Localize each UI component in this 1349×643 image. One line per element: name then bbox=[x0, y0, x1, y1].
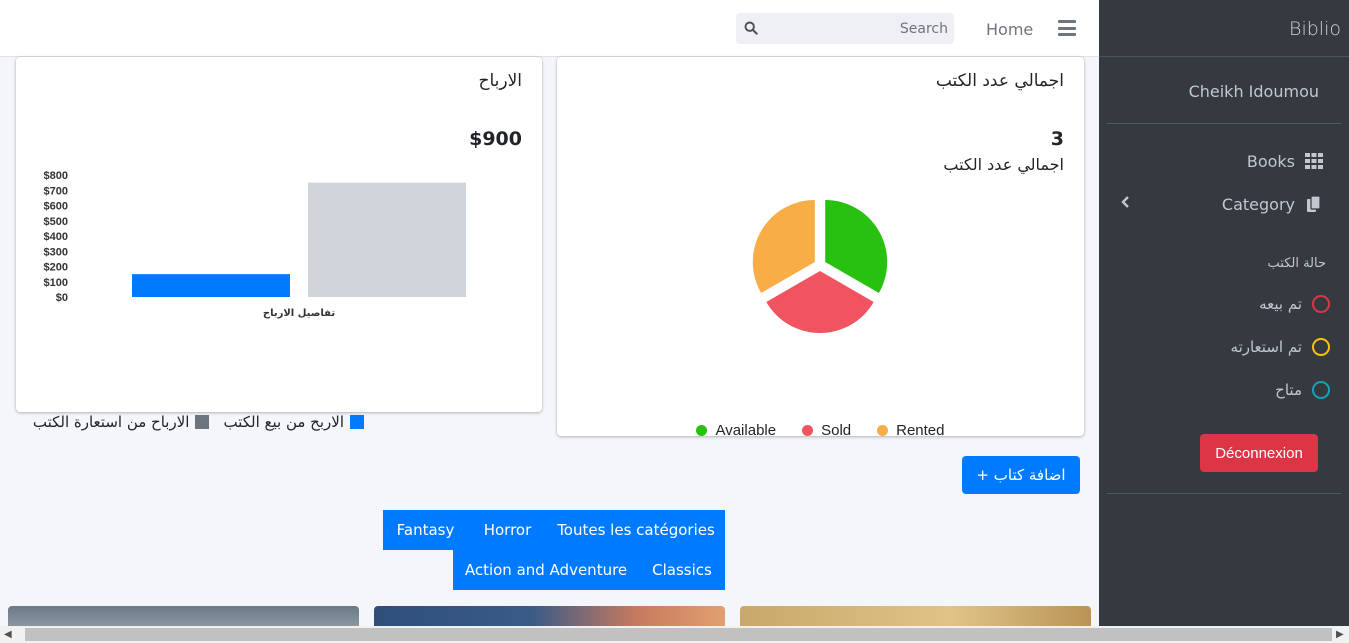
sidebar-item-label: Category bbox=[1221, 194, 1295, 214]
gray-square-icon bbox=[195, 415, 210, 429]
search-input[interactable] bbox=[766, 13, 948, 44]
y-tick-label: $300 bbox=[44, 246, 68, 258]
legend-label: Available bbox=[715, 422, 777, 439]
books-card: اجمالي عدد الكتب 3 اجمالي عدد الكتب Avai… bbox=[557, 57, 1084, 439]
category-fantasy[interactable]: Fantasy bbox=[383, 510, 468, 550]
brand-logo[interactable]: Biblio bbox=[1289, 18, 1341, 40]
y-tick-label: $100 bbox=[44, 277, 68, 289]
sidebar-item-rented[interactable]: تم استعارته bbox=[1231, 335, 1330, 359]
y-tick-label: $200 bbox=[44, 262, 68, 274]
legend-label: Sold bbox=[821, 422, 852, 439]
status-label: متاح bbox=[1275, 381, 1302, 399]
sidebar-item-category[interactable]: Category bbox=[1222, 192, 1323, 216]
user-name[interactable]: Cheikh Idoumou bbox=[1189, 82, 1319, 101]
books-count-label: اجمالي عدد الكتب bbox=[943, 155, 1064, 174]
card-title: اجمالي عدد الكتب bbox=[935, 71, 1064, 91]
category-all[interactable]: Toutes les catégories bbox=[547, 510, 725, 550]
pie-slice-rented[interactable] bbox=[752, 200, 815, 293]
y-tick-label: $500 bbox=[44, 216, 68, 228]
status-label: تم استعارته bbox=[1230, 338, 1302, 356]
book-card-image[interactable] bbox=[374, 606, 725, 628]
bar[interactable] bbox=[308, 182, 466, 297]
scrollbar-thumb[interactable] bbox=[25, 628, 1332, 641]
card-title: الارباح bbox=[478, 71, 522, 91]
orange-dot-icon bbox=[877, 425, 889, 436]
sidebar-divider bbox=[1107, 493, 1341, 494]
logout-button[interactable]: Déconnexion bbox=[1200, 434, 1318, 472]
scroll-left-icon[interactable]: ◀ bbox=[4, 629, 12, 640]
add-book-button[interactable]: + اضافة كتاب bbox=[962, 456, 1080, 494]
search-box bbox=[736, 13, 954, 44]
copy-icon bbox=[1307, 195, 1321, 212]
y-tick-label: $700 bbox=[44, 185, 68, 197]
green-dot-icon bbox=[696, 425, 708, 436]
menu-toggle-icon[interactable] bbox=[1058, 20, 1076, 36]
profit-bar-chart: $0 $100 $200 $300 $400 $500 $600 $700 $800 تفاصيل… bbox=[44, 170, 466, 319]
x-axis-label: تفاصيل الارباح bbox=[263, 308, 335, 319]
y-tick-label: $800 bbox=[44, 170, 68, 182]
horizontal-scrollbar[interactable]: ◀ ▶ bbox=[0, 626, 1349, 643]
profit-card: الارباح $900 $0 $100 $200 $300 $400 $500 $600 $… bbox=[16, 57, 542, 431]
pie-legend: Available Sold Rented bbox=[557, 422, 1084, 439]
y-tick-label: $0 bbox=[56, 292, 68, 304]
legend-label: الاربح من بيع الكتب bbox=[223, 413, 344, 431]
y-tick-label: $400 bbox=[44, 231, 68, 243]
legend-label: الارباح من استعارة الكتب bbox=[32, 413, 190, 431]
category-action-adventure[interactable]: Action and Adventure bbox=[453, 550, 639, 590]
scroll-right-icon[interactable]: ▶ bbox=[1336, 629, 1344, 640]
yellow-circle-icon bbox=[1312, 338, 1330, 356]
status-label: تم بيعه bbox=[1259, 295, 1302, 313]
y-tick-label: $600 bbox=[44, 201, 68, 213]
teal-circle-icon bbox=[1312, 381, 1330, 399]
bar[interactable] bbox=[132, 274, 290, 297]
legend-item-rented[interactable]: Rented bbox=[877, 422, 945, 439]
category-classics[interactable]: Classics bbox=[639, 550, 725, 590]
book-card-image[interactable] bbox=[8, 606, 359, 628]
pie-slice-available[interactable] bbox=[825, 200, 888, 293]
category-horror[interactable]: Horror bbox=[468, 510, 547, 550]
books-pie-chart bbox=[752, 200, 888, 333]
profit-total: $900 bbox=[469, 128, 522, 150]
status-header: حالة الكتب bbox=[1267, 256, 1327, 271]
legend-item-available[interactable]: Available bbox=[696, 422, 776, 439]
grid-icon bbox=[1305, 153, 1323, 169]
sidebar: Biblio Cheikh Idoumou Books Category حال… bbox=[1099, 0, 1349, 643]
legend-label: Rented bbox=[896, 422, 945, 439]
book-card-image[interactable] bbox=[740, 606, 1091, 628]
blue-square-icon bbox=[350, 415, 364, 429]
red-dot-icon bbox=[802, 425, 814, 436]
user-divider bbox=[1107, 123, 1341, 124]
red-circle-icon bbox=[1312, 295, 1330, 313]
sidebar-item-books[interactable]: Books bbox=[1247, 149, 1323, 173]
chevron-left-icon[interactable] bbox=[1121, 195, 1131, 209]
profit-legend: الاربح من بيع الكتب الارباح من استعارة ا… bbox=[33, 413, 364, 431]
legend-item-sold[interactable]: Sold bbox=[802, 422, 851, 439]
sidebar-item-label: Books bbox=[1246, 151, 1295, 171]
home-link[interactable]: Home bbox=[986, 20, 1033, 39]
brand-divider bbox=[1099, 56, 1349, 57]
sidebar-item-available[interactable]: متاح bbox=[1275, 378, 1330, 402]
sidebar-item-sold[interactable]: تم بيعه bbox=[1259, 292, 1330, 316]
search-icon[interactable] bbox=[744, 21, 758, 35]
books-count: 3 bbox=[1050, 128, 1064, 150]
top-navbar: Home bbox=[0, 0, 1099, 57]
